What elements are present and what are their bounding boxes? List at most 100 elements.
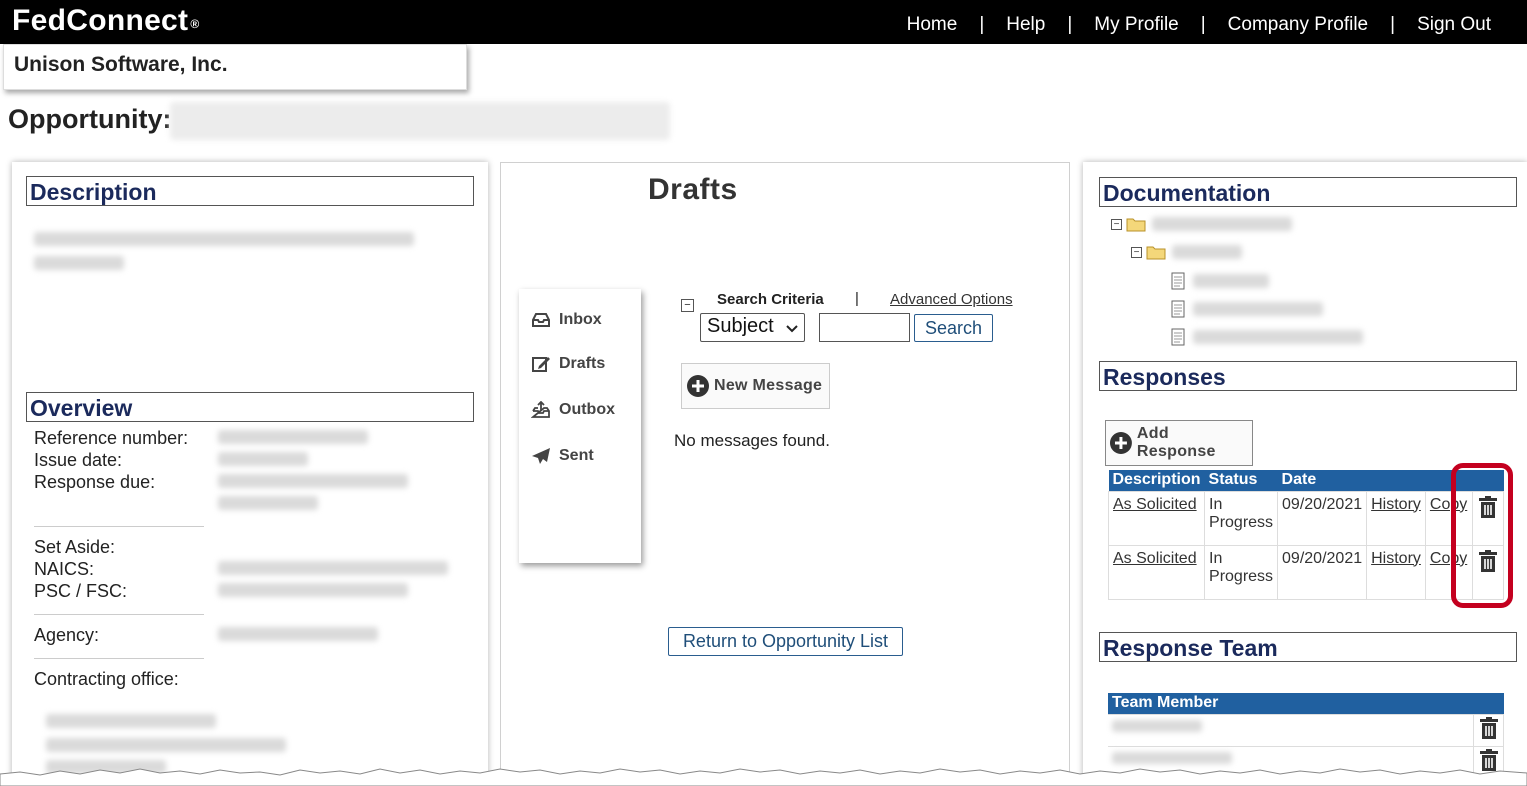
col-history <box>1366 470 1426 491</box>
document-name-redacted <box>1193 302 1323 316</box>
search-field-select[interactable]: Subject <box>700 313 805 342</box>
nav-company-profile[interactable]: Company Profile <box>1228 14 1368 36</box>
description-text-redacted <box>34 256 124 270</box>
nav-help[interactable]: Help <box>1006 14 1045 36</box>
nav-sign-out[interactable]: Sign Out <box>1417 14 1491 36</box>
tree-collapse-icon[interactable]: − <box>1111 218 1122 230</box>
divider <box>34 526 204 527</box>
nav-my-profile[interactable]: My Profile <box>1094 14 1178 36</box>
history-link[interactable]: History <box>1371 550 1421 567</box>
responses-heading: Responses <box>1099 361 1517 391</box>
document-icon <box>1171 272 1185 290</box>
add-response-label: Add Response <box>1136 425 1216 460</box>
table-row <box>1108 713 1504 747</box>
responses-table: Description Status Date As Solicited In … <box>1107 470 1505 600</box>
paper-plane-icon <box>532 448 550 464</box>
left-panel: Description Overview Reference number: I… <box>12 162 488 786</box>
nav-separator: | <box>1390 14 1396 35</box>
fedconnect-logo[interactable]: FedConnect ® <box>12 4 200 38</box>
mailnav-sent[interactable]: Sent <box>531 447 594 465</box>
table-row: As Solicited In Progress 09/20/2021 Hist… <box>1107 544 1505 600</box>
folder-icon <box>1146 246 1166 260</box>
response-status: In Progress <box>1204 490 1279 546</box>
col-description: Description <box>1108 470 1205 491</box>
response-date: 09/20/2021 <box>1277 490 1368 546</box>
torn-edge <box>0 768 1527 786</box>
mailnav-sent-label: Sent <box>559 447 594 464</box>
advanced-options-link[interactable]: Advanced Options <box>890 291 1013 308</box>
mailnav-outbox[interactable]: Outbox <box>531 401 615 419</box>
folder-icon <box>1126 218 1146 232</box>
overview-heading: Overview <box>26 392 474 422</box>
company-name: Unison Software, Inc. <box>14 53 228 76</box>
response-status: In Progress <box>1204 544 1279 600</box>
response-description-link[interactable]: As Solicited <box>1113 550 1197 567</box>
col-date: Date <box>1277 470 1367 491</box>
naics-redacted <box>218 561 448 575</box>
chevron-down-icon <box>786 325 798 333</box>
main-nav: Home | Help | My Profile | Company Profi… <box>907 14 1491 36</box>
mailnav-drafts[interactable]: Drafts <box>531 355 605 373</box>
folder-name-redacted <box>1152 217 1292 231</box>
folder-name-redacted <box>1172 245 1242 259</box>
reference-number-label: Reference number: <box>34 428 189 448</box>
issue-date-redacted <box>218 452 308 466</box>
top-nav-bar: FedConnect ® Home | Help | My Profile | C… <box>0 0 1527 44</box>
col-status: Status <box>1204 470 1278 491</box>
nav-separator: | <box>1200 14 1206 35</box>
tree-folder-row[interactable]: − <box>1111 216 1292 232</box>
tree-collapse-icon[interactable]: − <box>1131 246 1142 258</box>
collapse-search-icon[interactable]: − <box>681 299 694 312</box>
response-due-redacted <box>218 496 318 510</box>
naics-label: NAICS: <box>34 559 95 579</box>
trash-icon[interactable] <box>1479 716 1499 744</box>
tree-document-row[interactable] <box>1171 328 1363 346</box>
delete-column-highlight <box>1451 463 1513 608</box>
inbox-icon <box>532 313 550 327</box>
agency-redacted <box>218 627 378 641</box>
response-description-link[interactable]: As Solicited <box>1113 496 1197 513</box>
divider <box>34 614 204 615</box>
document-name-redacted <box>1193 274 1269 288</box>
table-row: As Solicited In Progress 09/20/2021 Hist… <box>1107 490 1505 546</box>
messages-panel: Drafts Inbox Drafts Outbox Sent − Search… <box>500 162 1070 786</box>
search-criteria-label: Search Criteria <box>717 291 824 308</box>
mailnav-inbox[interactable]: Inbox <box>531 311 602 329</box>
opportunity-label: Opportunity: <box>8 104 172 134</box>
mailnav-outbox-label: Outbox <box>559 401 615 418</box>
documentation-heading: Documentation <box>1099 177 1517 207</box>
description-text-redacted <box>34 232 414 246</box>
psc-fsc-redacted <box>218 583 408 597</box>
tree-document-row[interactable] <box>1171 272 1269 290</box>
response-date: 09/20/2021 <box>1277 544 1368 600</box>
nav-separator: | <box>979 14 985 35</box>
new-message-button[interactable]: New Message <box>681 363 830 409</box>
response-due-redacted <box>218 474 408 488</box>
nav-separator: | <box>1067 14 1073 35</box>
reference-number-redacted <box>218 430 368 444</box>
tree-document-row[interactable] <box>1171 300 1323 318</box>
mailnav-inbox-label: Inbox <box>559 311 602 328</box>
document-name-redacted <box>1193 330 1363 344</box>
tree-folder-row[interactable]: − <box>1131 244 1242 260</box>
plus-circle-icon <box>687 375 709 397</box>
opportunity-title-redacted <box>170 102 670 140</box>
divider <box>34 658 204 659</box>
edit-icon <box>532 357 550 372</box>
search-button[interactable]: Search <box>914 314 993 342</box>
document-icon <box>1171 300 1185 318</box>
col-team-member: Team Member <box>1108 693 1474 714</box>
team-member-redacted <box>1112 751 1232 764</box>
history-link[interactable]: History <box>1371 496 1421 513</box>
response-team-heading: Response Team <box>1099 632 1517 662</box>
outbox-icon <box>531 401 550 418</box>
return-to-opportunity-list-button[interactable]: Return to Opportunity List <box>668 627 903 656</box>
responses-table-header: Description Status Date <box>1108 470 1504 491</box>
set-aside-label: Set Aside: <box>34 537 116 557</box>
add-response-button[interactable]: Add Response <box>1105 420 1253 466</box>
search-field-value: Subject <box>707 315 774 337</box>
search-input[interactable] <box>819 313 910 342</box>
company-name-card: Unison Software, Inc. <box>3 44 467 90</box>
nav-home[interactable]: Home <box>907 14 958 36</box>
contracting-office-label: Contracting office: <box>34 669 179 689</box>
